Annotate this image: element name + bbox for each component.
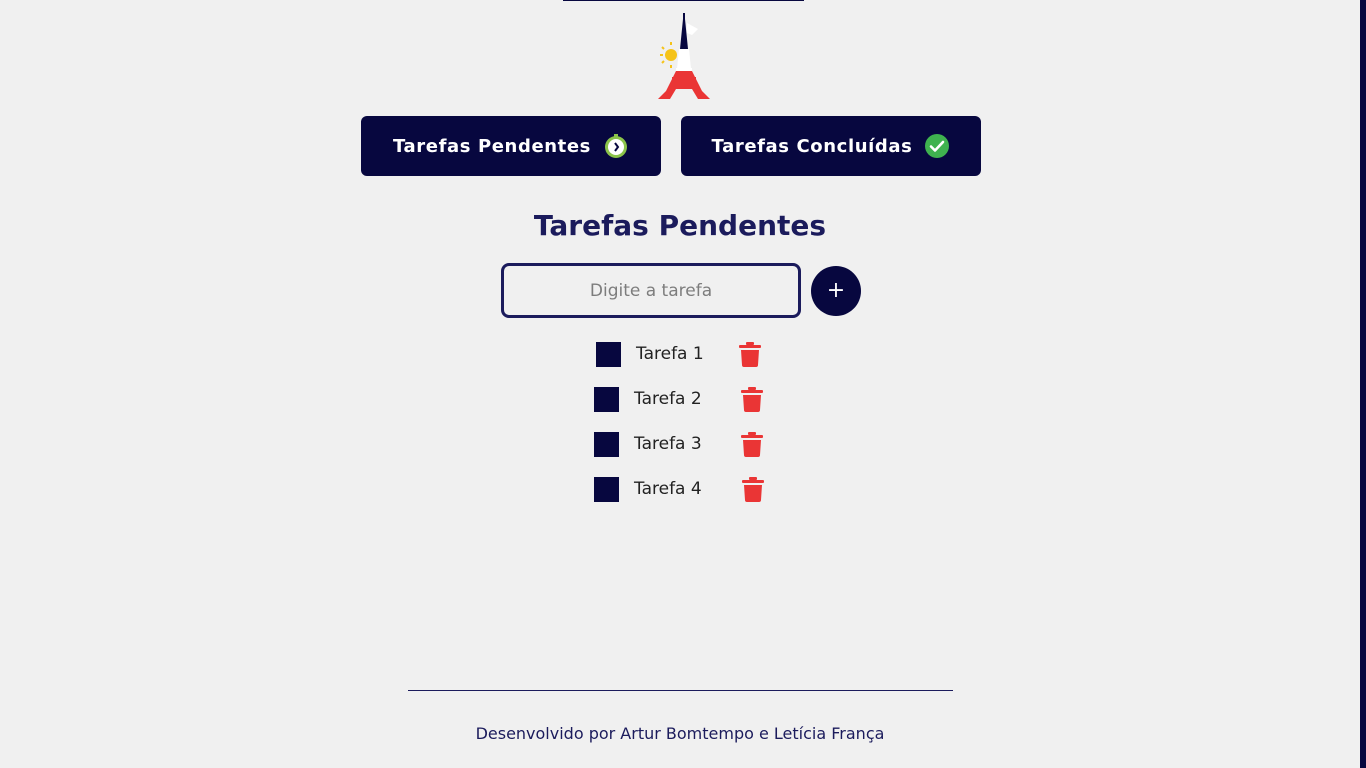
footer-divider xyxy=(408,690,953,691)
task-label: Tarefa 1 xyxy=(636,344,704,364)
task-label: Tarefa 3 xyxy=(634,434,702,454)
window-edge xyxy=(1360,0,1366,768)
task-input[interactable] xyxy=(501,263,801,318)
tab-pending-tasks[interactable]: Tarefas Pendentes xyxy=(361,116,661,176)
add-task-button[interactable]: + xyxy=(811,266,861,316)
task-label: Tarefa 4 xyxy=(634,479,702,499)
top-divider xyxy=(563,0,804,1)
page-title: Tarefas Pendentes xyxy=(533,209,827,242)
task-checkbox[interactable] xyxy=(594,387,619,412)
trash-icon[interactable] xyxy=(739,342,761,367)
stopwatch-icon xyxy=(605,134,627,158)
task-label: Tarefa 2 xyxy=(634,389,702,409)
eiffel-tower-logo xyxy=(658,13,710,99)
sun-icon xyxy=(660,42,677,68)
trash-icon[interactable] xyxy=(742,477,764,502)
tab-pending-label: Tarefas Pendentes xyxy=(393,135,591,157)
task-checkbox[interactable] xyxy=(596,342,621,367)
tab-completed-tasks[interactable]: Tarefas Concluídas xyxy=(681,116,981,176)
flag-icon xyxy=(687,23,698,35)
task-checkbox[interactable] xyxy=(594,477,619,502)
trash-icon[interactable] xyxy=(741,387,763,412)
tab-completed-label: Tarefas Concluídas xyxy=(711,135,913,157)
check-circle-icon xyxy=(925,134,950,158)
footer-credits: Desenvolvido por Artur Bomtempo e Letíci… xyxy=(475,724,885,743)
trash-icon[interactable] xyxy=(741,432,763,457)
task-checkbox[interactable] xyxy=(594,432,619,457)
